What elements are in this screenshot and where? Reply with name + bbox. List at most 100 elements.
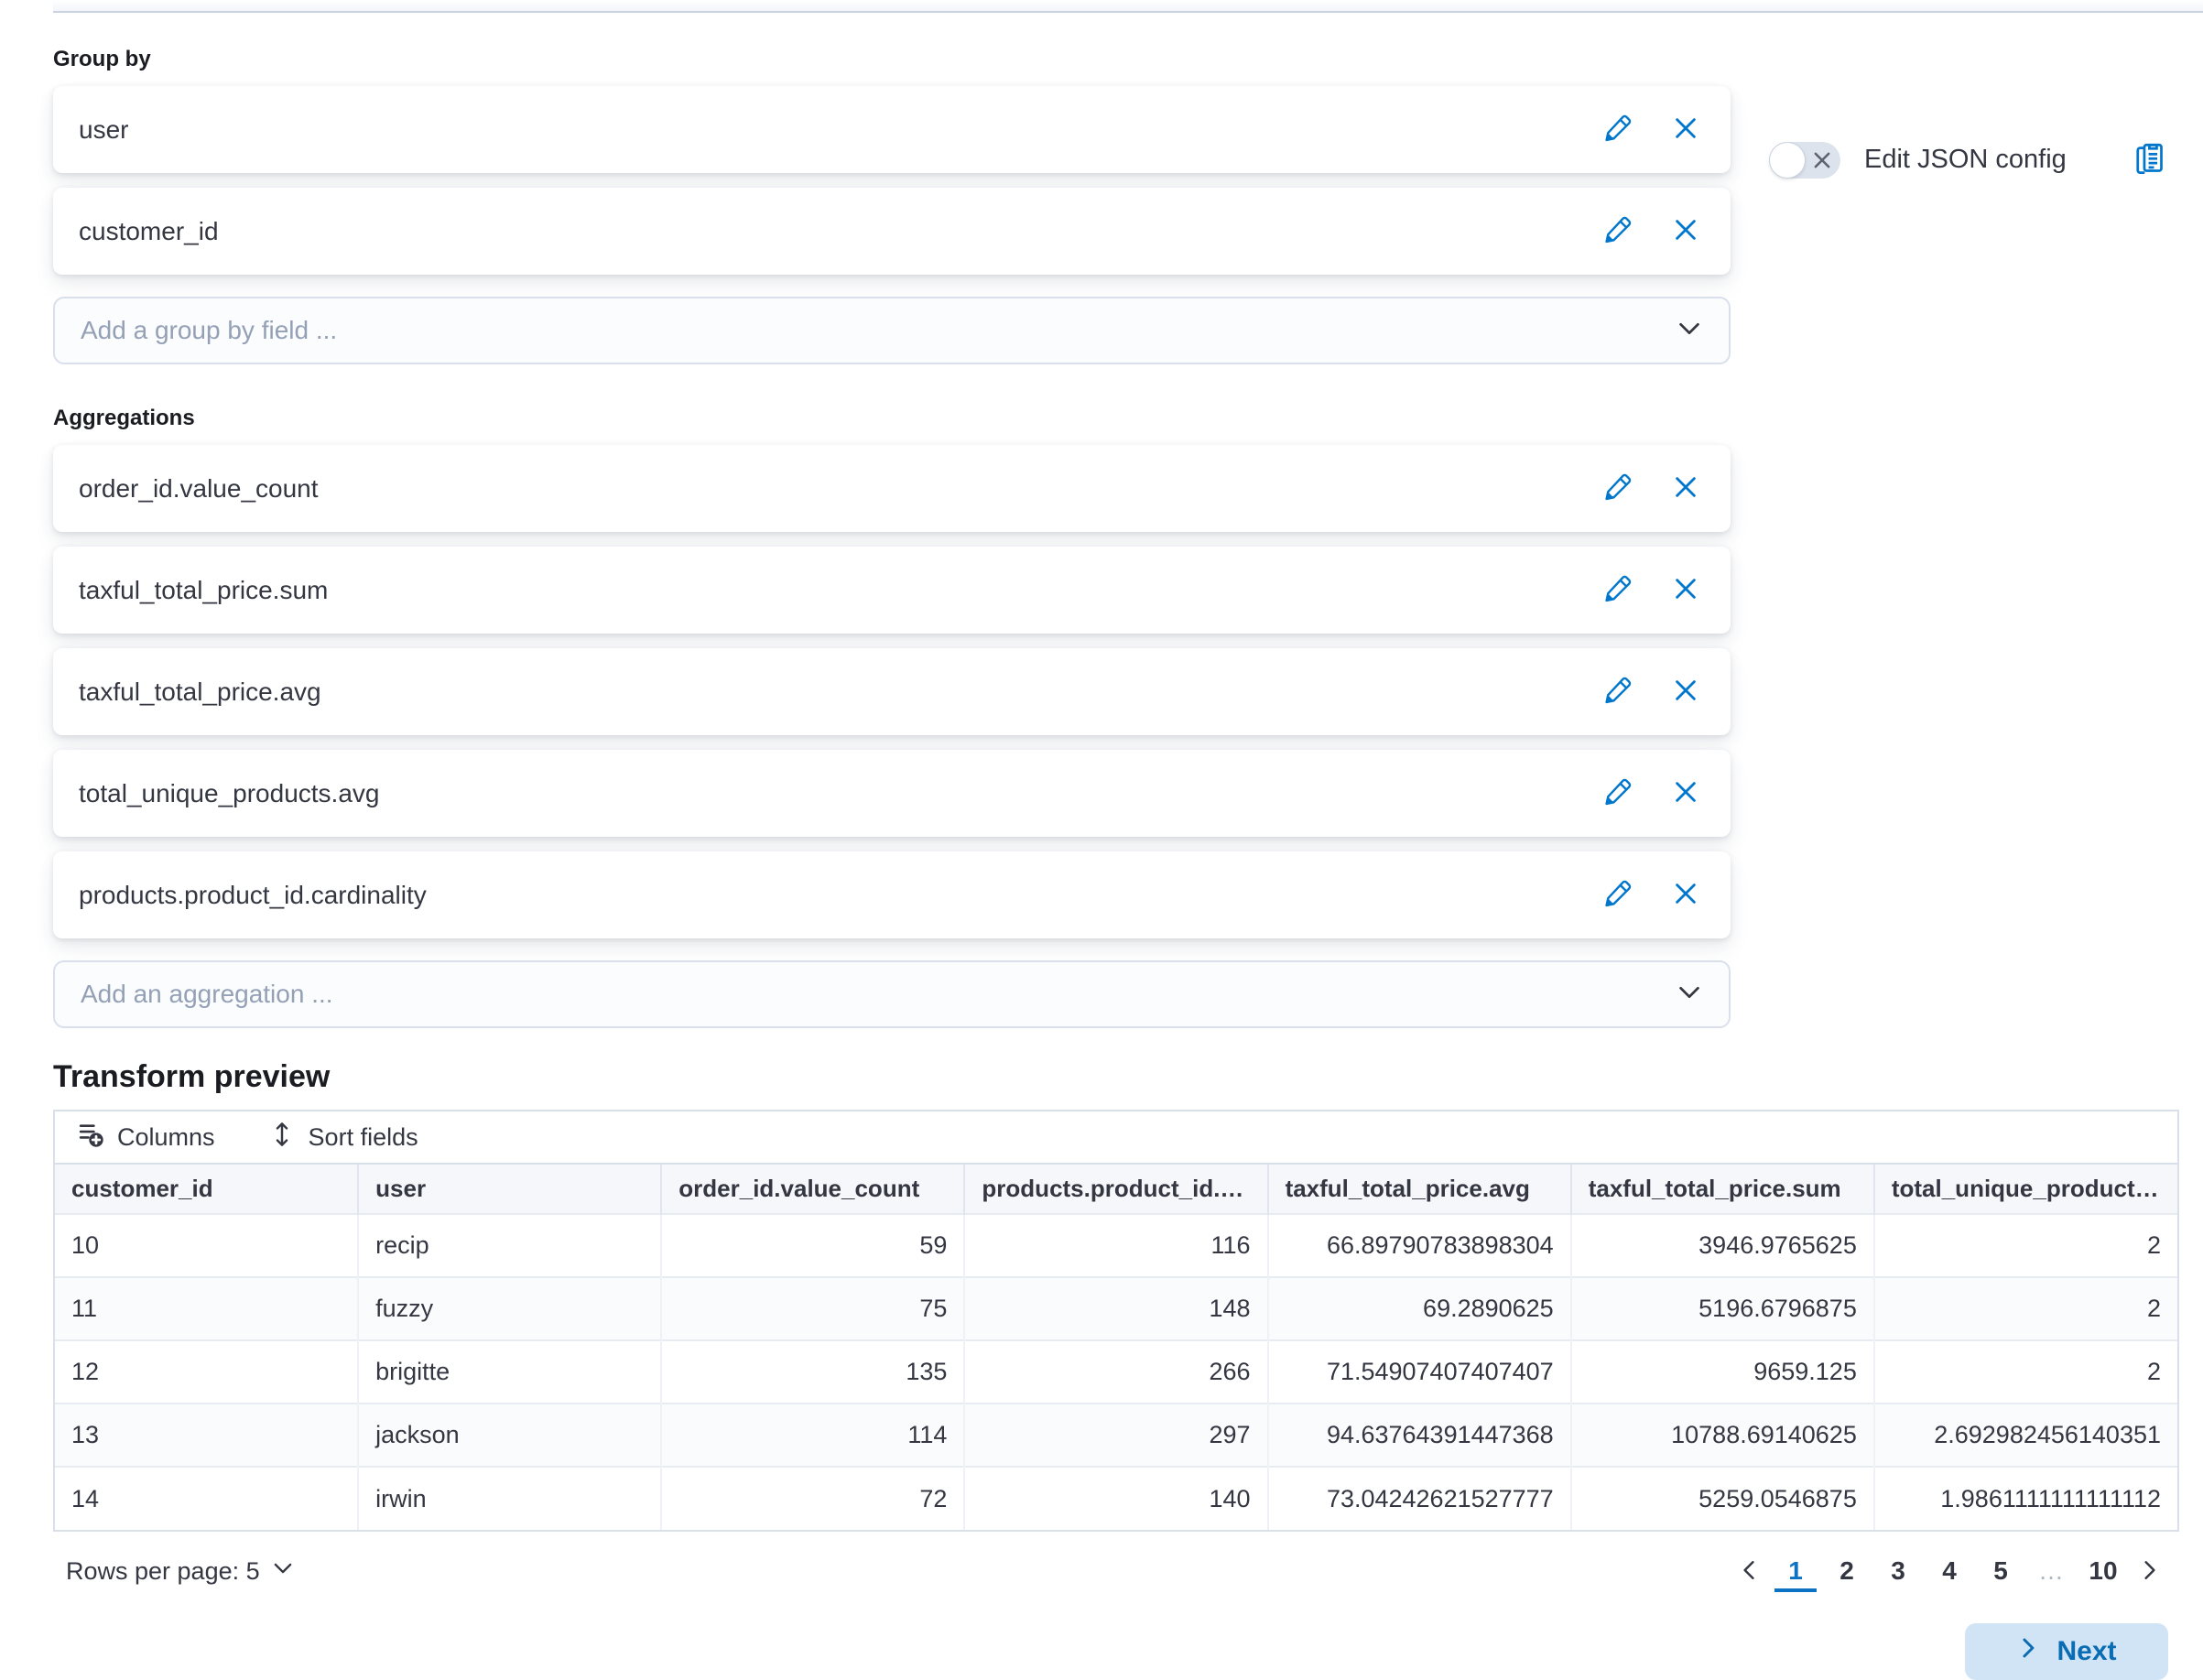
preview-table: customer_iduserorder_id.value_countprodu… xyxy=(55,1165,2177,1530)
remove-field-button[interactable] xyxy=(1672,677,1699,707)
table-cell: 12 xyxy=(55,1340,358,1404)
field-card-actions xyxy=(1604,778,1705,808)
column-header: taxful_total_price.sum xyxy=(1571,1165,1874,1214)
table-cell: 69.2890625 xyxy=(1268,1277,1571,1340)
table-row: 14irwin7214073.042426215277775259.054687… xyxy=(55,1467,2177,1530)
add-group-by-combobox[interactable]: Add a group by field ... xyxy=(53,297,1731,364)
remove-field-button[interactable] xyxy=(1672,216,1699,246)
cross-icon xyxy=(1672,114,1699,145)
previous-page-button[interactable] xyxy=(1732,1557,1765,1586)
remove-field-button[interactable] xyxy=(1672,114,1699,145)
chevron-down-icon xyxy=(1676,979,1703,1011)
field-card: total_unique_products.avg xyxy=(53,750,1731,837)
edit-json-toggle[interactable] xyxy=(1769,142,1840,179)
field-card-label: total_unique_products.avg xyxy=(79,779,1604,808)
cross-icon xyxy=(1672,216,1699,246)
table-body: 10recip5911666.897907838983043946.976562… xyxy=(55,1214,2177,1530)
table-cell: 13 xyxy=(55,1404,358,1467)
table-cell: 148 xyxy=(964,1277,1267,1340)
next-page-button[interactable] xyxy=(2133,1557,2166,1586)
field-card-actions xyxy=(1604,114,1705,145)
copy-config-button[interactable] xyxy=(2132,141,2166,179)
page-button-4[interactable]: 4 xyxy=(1928,1550,1970,1592)
add-aggregation-combobox[interactable]: Add an aggregation ... xyxy=(53,960,1731,1028)
table-toolbar: Columns Sort fields xyxy=(55,1111,2177,1165)
table-cell: 59 xyxy=(661,1214,964,1277)
table-cell: 73.04242621527777 xyxy=(1268,1467,1571,1530)
page-button-5[interactable]: 5 xyxy=(1980,1550,2022,1592)
edit-field-button[interactable] xyxy=(1604,778,1632,808)
remove-field-button[interactable] xyxy=(1672,575,1699,605)
top-divider xyxy=(53,0,2203,13)
page-button-3[interactable]: 3 xyxy=(1877,1550,1919,1592)
column-header: total_unique_products.a… xyxy=(1874,1165,2177,1214)
pencil-icon xyxy=(1604,216,1632,246)
columns-button-label: Columns xyxy=(117,1123,215,1152)
table-cell: 2 xyxy=(1874,1277,2177,1340)
column-header: customer_id xyxy=(55,1165,358,1214)
table-cell: 2 xyxy=(1874,1214,2177,1277)
pencil-icon xyxy=(1604,677,1632,707)
edit-field-button[interactable] xyxy=(1604,216,1632,246)
edit-field-button[interactable] xyxy=(1604,880,1632,910)
table-cell: 72 xyxy=(661,1467,964,1530)
column-header: user xyxy=(358,1165,661,1214)
double-arrow-icon xyxy=(268,1121,296,1154)
toggle-off-x-icon xyxy=(1813,151,1831,172)
next-step-button[interactable]: Next xyxy=(1965,1623,2168,1680)
table-row: 10recip5911666.897907838983043946.976562… xyxy=(55,1214,2177,1277)
edit-field-button[interactable] xyxy=(1604,473,1632,504)
sort-fields-button[interactable]: Sort fields xyxy=(268,1121,418,1154)
field-card-label: customer_id xyxy=(79,217,1604,246)
cross-icon xyxy=(1672,677,1699,707)
edit-field-button[interactable] xyxy=(1604,114,1632,145)
rows-per-page-button[interactable]: Rows per page: 5 xyxy=(53,1556,295,1587)
table-cell: fuzzy xyxy=(358,1277,661,1340)
table-cell: 11 xyxy=(55,1277,358,1340)
cross-icon xyxy=(1672,778,1699,808)
cross-icon xyxy=(1672,880,1699,910)
table-row: 12brigitte13526671.549074074074079659.12… xyxy=(55,1340,2177,1404)
add-aggregation-placeholder: Add an aggregation ... xyxy=(81,980,1676,1009)
edit-field-button[interactable] xyxy=(1604,677,1632,707)
chevron-left-icon xyxy=(1736,1557,1762,1586)
table-cell: 9659.125 xyxy=(1571,1340,1874,1404)
table-cell: 135 xyxy=(661,1340,964,1404)
remove-field-button[interactable] xyxy=(1672,473,1699,504)
pagination-ellipsis: … xyxy=(2031,1550,2073,1592)
table-cell: 3946.9765625 xyxy=(1571,1214,1874,1277)
remove-field-button[interactable] xyxy=(1672,880,1699,910)
chevron-down-icon xyxy=(271,1556,295,1587)
pagination: 12345…10 xyxy=(1732,1550,2179,1592)
cross-icon xyxy=(1672,575,1699,605)
field-card-actions xyxy=(1604,575,1705,605)
group-by-list: user customer_id xyxy=(53,86,2203,275)
columns-button[interactable]: Columns xyxy=(77,1121,215,1154)
transform-preview-title: Transform preview xyxy=(53,1059,2203,1095)
field-card-label: taxful_total_price.avg xyxy=(79,677,1604,707)
table-header-row: customer_iduserorder_id.value_countprodu… xyxy=(55,1165,2177,1214)
cross-icon xyxy=(1672,473,1699,504)
page-button-10[interactable]: 10 xyxy=(2082,1550,2124,1592)
field-card-actions xyxy=(1604,880,1705,910)
pencil-icon xyxy=(1604,114,1632,145)
aggregations-list: order_id.value_count xyxy=(53,445,2203,938)
table-cell: 5196.6796875 xyxy=(1571,1277,1874,1340)
page-button-2[interactable]: 2 xyxy=(1826,1550,1868,1592)
field-card-label: order_id.value_count xyxy=(79,474,1604,504)
field-card-actions xyxy=(1604,216,1705,246)
field-card: taxful_total_price.avg xyxy=(53,648,1731,735)
table-cell: 94.63764391447368 xyxy=(1268,1404,1571,1467)
table-cell: 2 xyxy=(1874,1340,2177,1404)
edit-field-button[interactable] xyxy=(1604,575,1632,605)
table-cell: 71.54907407407407 xyxy=(1268,1340,1571,1404)
page-button-1[interactable]: 1 xyxy=(1774,1550,1817,1592)
field-card: order_id.value_count xyxy=(53,445,1731,532)
table-cell: 5259.0546875 xyxy=(1571,1467,1874,1530)
field-card-label: products.product_id.cardinality xyxy=(79,881,1604,910)
remove-field-button[interactable] xyxy=(1672,778,1699,808)
chevron-down-icon xyxy=(1676,315,1703,347)
add-group-by-placeholder: Add a group by field ... xyxy=(81,316,1676,345)
edit-json-config-group: Edit JSON config xyxy=(1769,141,2166,179)
table-row: 11fuzzy7514869.28906255196.67968752 xyxy=(55,1277,2177,1340)
